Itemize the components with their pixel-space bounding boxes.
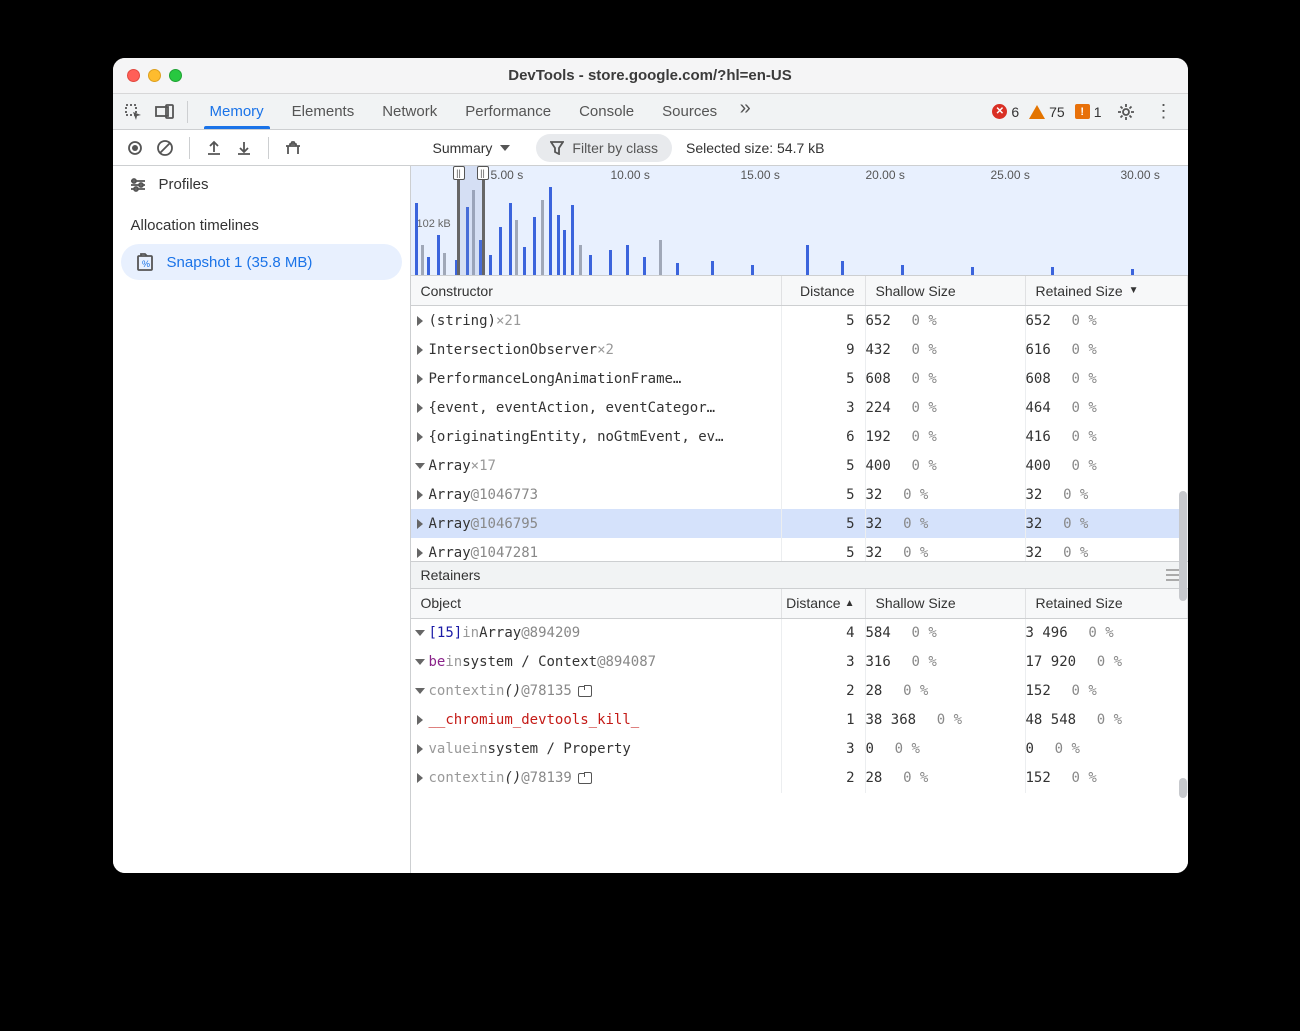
chevron-right-icon[interactable] — [417, 715, 423, 725]
scrollbar-thumb[interactable] — [1179, 778, 1187, 798]
constructor-rows[interactable]: (string) ×2156520 %6520 %IntersectionObs… — [411, 306, 1188, 561]
table-row[interactable]: Array @10467735320 %320 % — [411, 480, 1188, 509]
filter-icon — [550, 141, 564, 155]
allocation-timeline[interactable]: 5.00 s 10.00 s 15.00 s 20.00 s 25.00 s 3… — [411, 166, 1188, 276]
table-row[interactable]: Array ×1754000 %4000 % — [411, 451, 1188, 480]
constructor-table-header: Constructor Distance Shallow Size Retain… — [411, 276, 1188, 306]
column-shallow-r[interactable]: Shallow Size — [866, 589, 1026, 618]
tab-network[interactable]: Network — [368, 94, 451, 129]
chevron-right-icon[interactable] — [417, 316, 423, 326]
panel-tabs: Memory Elements Network Performance Cons… — [196, 94, 760, 129]
table-row[interactable]: {event, eventAction, eventCategor…32240 … — [411, 393, 1188, 422]
collect-garbage-icon[interactable] — [279, 134, 307, 162]
timeline-selection[interactable]: || || — [457, 166, 485, 275]
sidebar: Profiles Allocation timelines % Snapshot… — [113, 166, 411, 873]
window-title: DevTools - store.google.com/?hl=en-US — [113, 67, 1188, 84]
import-icon[interactable] — [230, 134, 258, 162]
chevron-down-icon[interactable] — [415, 659, 425, 665]
chevron-right-icon[interactable] — [417, 432, 423, 442]
sidebar-head-profiles[interactable]: Profiles — [113, 166, 410, 203]
chevron-right-icon[interactable] — [417, 744, 423, 754]
table-row[interactable]: value in system / Property300 %00 % — [411, 735, 1188, 764]
chevron-down-icon[interactable] — [415, 630, 425, 636]
retainer-rows[interactable]: [15] in Array @89420945840 %3 4960 %be i… — [411, 619, 1188, 874]
tab-icon — [578, 773, 592, 784]
tab-performance[interactable]: Performance — [451, 94, 565, 129]
selection-handle-left[interactable]: || — [453, 166, 465, 180]
tab-icon — [578, 686, 592, 697]
filter-input[interactable]: Filter by class — [536, 134, 672, 162]
sidebar-item-snapshot[interactable]: % Snapshot 1 (35.8 MB) — [121, 244, 402, 280]
table-row[interactable]: PerformanceLongAnimationFrame…56080 %608… — [411, 364, 1188, 393]
table-row[interactable]: be in system / Context @89408733160 %17 … — [411, 648, 1188, 677]
scrollbar-thumb[interactable] — [1179, 491, 1187, 601]
table-row[interactable]: {originatingEntity, noGtmEvent, ev…61920… — [411, 422, 1188, 451]
record-icon[interactable] — [121, 134, 149, 162]
settings-icon[interactable] — [1112, 98, 1140, 126]
column-object[interactable]: Object — [411, 589, 782, 618]
svg-text:%: % — [142, 259, 150, 269]
more-tabs-icon[interactable]: » — [731, 94, 759, 122]
devtools-window: DevTools - store.google.com/?hl=en-US Me… — [113, 58, 1188, 873]
tab-memory[interactable]: Memory — [196, 94, 278, 129]
sliders-icon — [129, 177, 147, 193]
table-row[interactable]: __chromium_devtools_kill_138 3680 %48 54… — [411, 706, 1188, 735]
divider — [187, 101, 188, 123]
column-retained[interactable]: Retained Size — [1026, 276, 1188, 305]
main-panel: 5.00 s 10.00 s 15.00 s 20.00 s 25.00 s 3… — [411, 166, 1188, 873]
column-constructor[interactable]: Constructor — [411, 276, 782, 305]
chevron-right-icon[interactable] — [417, 548, 423, 558]
tab-console[interactable]: Console — [565, 94, 648, 129]
column-retained-r[interactable]: Retained Size — [1026, 589, 1188, 618]
view-dropdown[interactable]: Summary — [421, 135, 523, 161]
more-menu-icon[interactable]: ⋮ — [1150, 98, 1178, 126]
clear-icon[interactable] — [151, 134, 179, 162]
retainers-menu-icon[interactable] — [1166, 569, 1180, 581]
chevron-right-icon[interactable] — [417, 374, 423, 384]
tab-elements[interactable]: Elements — [278, 94, 369, 129]
table-row[interactable]: context in () @781392280 %1520 % — [411, 764, 1188, 793]
chevron-right-icon[interactable] — [417, 519, 423, 529]
chevron-down-icon[interactable] — [415, 688, 425, 694]
chevron-down-icon[interactable] — [415, 463, 425, 469]
warning-icon — [1029, 105, 1045, 119]
chevron-right-icon[interactable] — [417, 345, 423, 355]
table-row[interactable]: Array @10472815320 %320 % — [411, 538, 1188, 561]
timeline-ticks: 5.00 s 10.00 s 15.00 s 20.00 s 25.00 s 3… — [411, 168, 1188, 184]
timeline-bars — [411, 184, 1188, 275]
chevron-right-icon[interactable] — [417, 490, 423, 500]
retainers-table-header: Object Distance Shallow Size Retained Si… — [411, 589, 1188, 619]
table-row[interactable]: Array @10467955320 %320 % — [411, 509, 1188, 538]
selected-size-label: Selected size: 54.7 kB — [686, 140, 825, 156]
column-distance[interactable]: Distance — [782, 276, 866, 305]
table-row[interactable]: IntersectionObserver ×294320 %6160 % — [411, 335, 1188, 364]
snapshot-icon: % — [135, 252, 155, 272]
retainers-title: Retainers — [411, 561, 1188, 589]
tab-sources[interactable]: Sources — [648, 94, 731, 129]
table-row[interactable]: (string) ×2156520 %6520 % — [411, 306, 1188, 335]
memory-toolbar: Summary Filter by class Selected size: 5… — [113, 130, 1188, 166]
column-shallow[interactable]: Shallow Size — [866, 276, 1026, 305]
chevron-right-icon[interactable] — [417, 403, 423, 413]
table-row[interactable]: context in () @781352280 %1520 % — [411, 677, 1188, 706]
error-count[interactable]: ✕6 — [992, 104, 1019, 120]
device-toolbar-icon[interactable] — [151, 98, 179, 126]
titlebar: DevTools - store.google.com/?hl=en-US — [113, 58, 1188, 94]
warning-count[interactable]: 75 — [1029, 104, 1065, 120]
main-toolbar: Memory Elements Network Performance Cons… — [113, 94, 1188, 130]
chevron-down-icon — [500, 145, 510, 151]
column-distance-r[interactable]: Distance — [782, 589, 866, 618]
status-counters: ✕6 75 !1 ⋮ — [992, 98, 1181, 126]
issues-count[interactable]: !1 — [1075, 104, 1102, 120]
sidebar-section-label: Allocation timelines — [113, 203, 410, 240]
export-icon[interactable] — [200, 134, 228, 162]
chevron-right-icon[interactable] — [417, 773, 423, 783]
table-row[interactable]: [15] in Array @89420945840 %3 4960 % — [411, 619, 1188, 648]
issues-icon: ! — [1075, 104, 1090, 119]
inspect-element-icon[interactable] — [119, 98, 147, 126]
selection-handle-right[interactable]: || — [477, 166, 489, 180]
